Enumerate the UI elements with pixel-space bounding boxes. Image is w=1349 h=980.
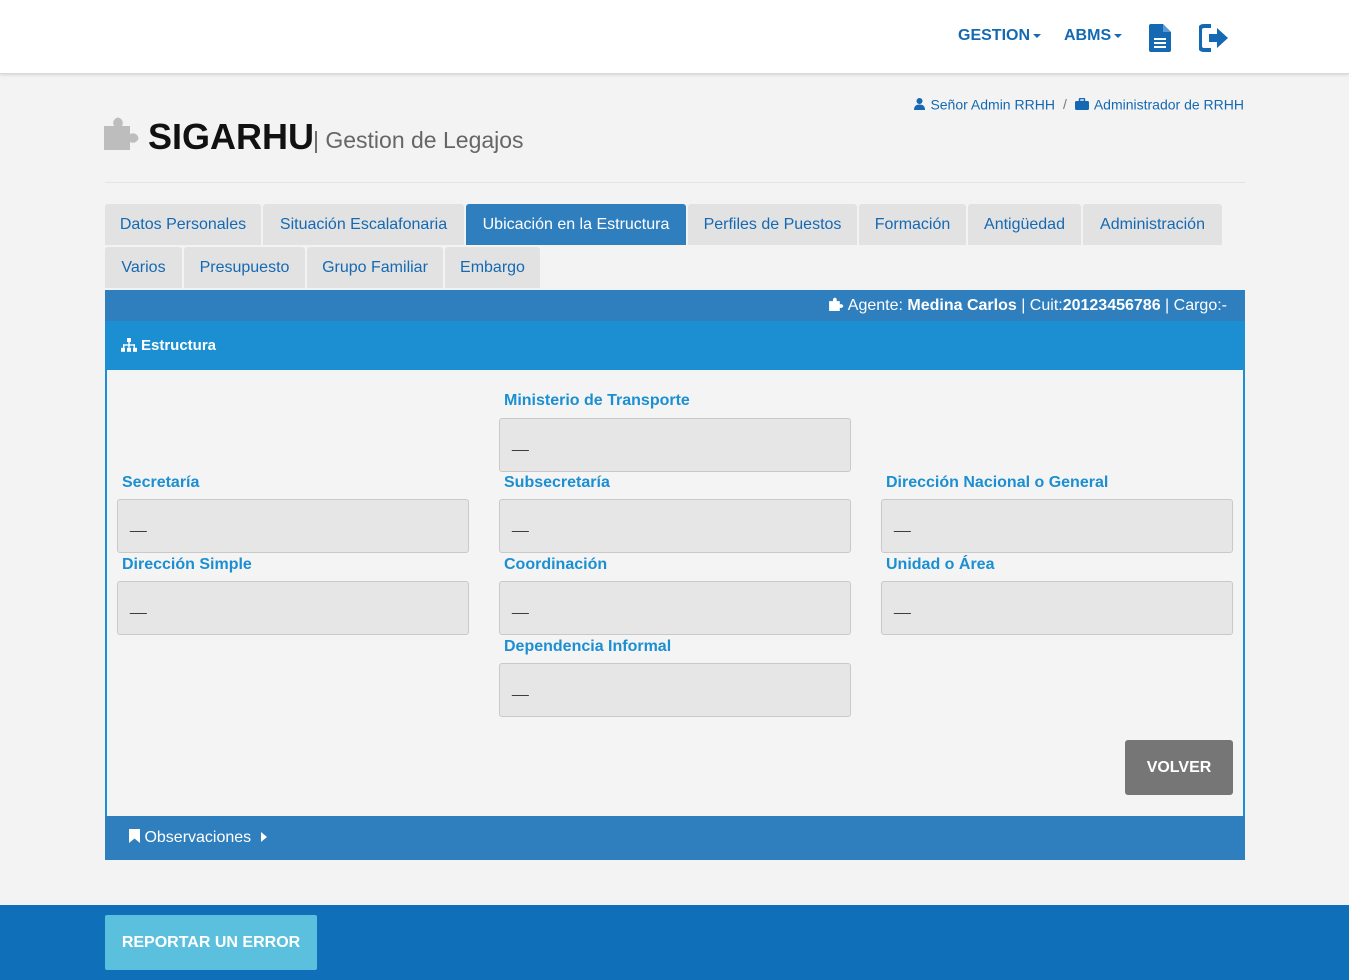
tab-varios[interactable]: Varios bbox=[105, 247, 182, 288]
tab-presupuesto[interactable]: Presupuesto bbox=[184, 247, 305, 288]
agent-name: Medina Carlos bbox=[907, 297, 1017, 314]
observaciones-toggle[interactable]: Observaciones bbox=[105, 816, 1245, 860]
caret-down-icon bbox=[1033, 33, 1042, 38]
direccion-nacional-label: Dirección Nacional o General bbox=[886, 474, 1109, 491]
page-title: SIGARHU bbox=[148, 116, 315, 157]
briefcase-icon bbox=[1074, 98, 1089, 111]
panel-title: Estructura bbox=[141, 337, 217, 354]
tab-ubicacion-estructura[interactable]: Ubicación en la Estructura bbox=[466, 204, 686, 245]
direccion-simple-field[interactable]: __ bbox=[117, 581, 469, 635]
user-name[interactable]: Señor Admin RRHH bbox=[930, 96, 1055, 112]
sitemap-icon bbox=[121, 337, 137, 352]
page-subtitle: | Gestion de Legajos bbox=[313, 127, 524, 153]
user-separator: / bbox=[1062, 96, 1067, 113]
volver-button[interactable]: VOLVER bbox=[1125, 740, 1233, 795]
nav-gestion-label: GESTION bbox=[958, 27, 1031, 44]
observaciones-label: Observaciones bbox=[144, 829, 252, 846]
direccion-simple-label: Dirección Simple bbox=[122, 556, 252, 573]
unidad-area-label: Unidad o Área bbox=[886, 556, 995, 573]
bookmark-icon bbox=[129, 829, 140, 844]
dependencia-informal-label: Dependencia Informal bbox=[504, 638, 672, 655]
caret-down-icon bbox=[1114, 33, 1123, 38]
puzzle-icon bbox=[829, 297, 844, 312]
subsecretaria-label: Subsecretaría bbox=[504, 474, 610, 491]
dependencia-informal-field[interactable]: __ bbox=[499, 663, 851, 717]
tab-embargo[interactable]: Embargo bbox=[445, 247, 540, 288]
cargo-label: | Cargo:- bbox=[1165, 297, 1227, 314]
agent-label: Agente: bbox=[847, 297, 903, 314]
panel-header: Estructura bbox=[107, 321, 1243, 370]
tab-grupo-familiar[interactable]: Grupo Familiar bbox=[307, 247, 443, 288]
direccion-nacional-field[interactable]: __ bbox=[881, 499, 1233, 553]
cuit-label: | Cuit: bbox=[1021, 297, 1063, 314]
user-role[interactable]: Administrador de RRHH bbox=[1094, 96, 1244, 112]
puzzle-icon bbox=[104, 117, 139, 150]
top-navbar: GESTION ABMS bbox=[0, 0, 1349, 74]
cuit-value: 20123456786 bbox=[1062, 297, 1161, 314]
coordinacion-field[interactable]: __ bbox=[499, 581, 851, 635]
user-info: Señor Admin RRHH / Administrador de RRHH bbox=[914, 95, 1244, 112]
agent-info-bar: Agente: Medina Carlos | Cuit:20123456786… bbox=[105, 290, 1245, 321]
unidad-area-field[interactable]: __ bbox=[881, 581, 1233, 635]
tab-datos-personales[interactable]: Datos Personales bbox=[105, 204, 261, 245]
tab-antiguedad[interactable]: Antigüedad bbox=[968, 204, 1081, 245]
coordinacion-label: Coordinación bbox=[504, 556, 608, 573]
nav-abms-dropdown[interactable]: ABMS bbox=[1064, 27, 1123, 45]
ministerio-label: Ministerio de Transporte bbox=[504, 392, 690, 409]
tab-administracion[interactable]: Administración bbox=[1083, 204, 1222, 245]
sign-out-icon[interactable] bbox=[1198, 24, 1229, 57]
tab-situacion-escalafonaria[interactable]: Situación Escalafonaria bbox=[263, 204, 464, 245]
user-icon bbox=[914, 98, 926, 111]
report-error-button[interactable]: REPORTAR UN ERROR bbox=[105, 915, 317, 970]
secretaria-field[interactable]: __ bbox=[117, 499, 469, 553]
caret-right-icon bbox=[261, 831, 268, 842]
divider bbox=[105, 182, 1245, 183]
tab-perfiles-puestos[interactable]: Perfiles de Puestos bbox=[688, 204, 857, 245]
subsecretaria-field[interactable]: __ bbox=[499, 499, 851, 553]
ministerio-field[interactable]: __ bbox=[499, 418, 851, 472]
nav-abms-label: ABMS bbox=[1064, 27, 1112, 44]
file-text-icon[interactable] bbox=[1149, 24, 1171, 57]
nav-gestion-dropdown[interactable]: GESTION bbox=[958, 27, 1042, 45]
secretaria-label: Secretaría bbox=[122, 474, 200, 491]
footer: REPORTAR UN ERROR bbox=[0, 905, 1349, 980]
tab-formacion[interactable]: Formación bbox=[859, 204, 966, 245]
